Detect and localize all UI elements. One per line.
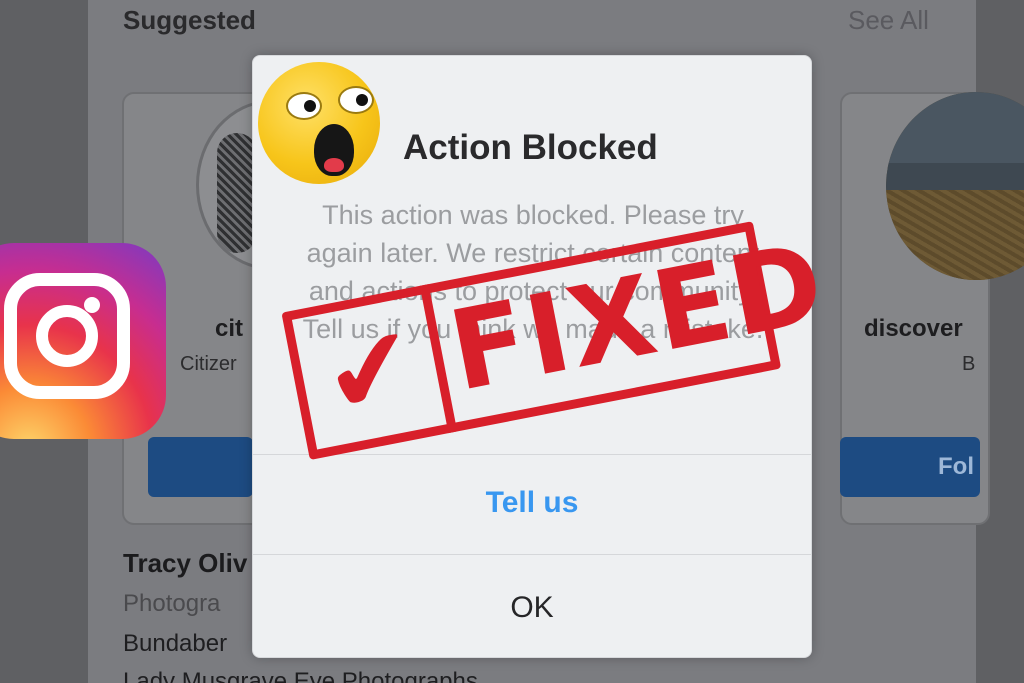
post-author-name[interactable]: Tracy Oliv bbox=[123, 548, 247, 579]
post-caption: Lady Musgrave Eye Photographs bbox=[123, 668, 478, 683]
follow-button[interactable]: Fol bbox=[840, 437, 980, 497]
suggested-user-name[interactable]: cit bbox=[215, 315, 243, 343]
see-all-link[interactable]: See All bbox=[848, 5, 929, 36]
avatar-artwork bbox=[217, 133, 257, 253]
avatar[interactable] bbox=[886, 92, 1024, 280]
suggested-user-subtitle: B bbox=[962, 353, 976, 375]
ok-button[interactable]: OK bbox=[253, 591, 811, 625]
suggested-user-name[interactable]: discover bbox=[864, 315, 963, 343]
post-author-role: Photogra bbox=[123, 590, 221, 617]
divider bbox=[253, 554, 811, 555]
dialog-title: Action Blocked bbox=[403, 128, 658, 167]
follow-button[interactable] bbox=[148, 437, 253, 497]
suggested-user-subtitle: Citizer bbox=[180, 353, 237, 375]
shocked-face-emoji-icon bbox=[258, 62, 380, 184]
suggested-heading: Suggested bbox=[123, 5, 256, 35]
post-location: Bundaber bbox=[123, 630, 228, 657]
tell-us-button[interactable]: Tell us bbox=[253, 486, 811, 520]
instagram-logo-icon bbox=[0, 243, 166, 439]
